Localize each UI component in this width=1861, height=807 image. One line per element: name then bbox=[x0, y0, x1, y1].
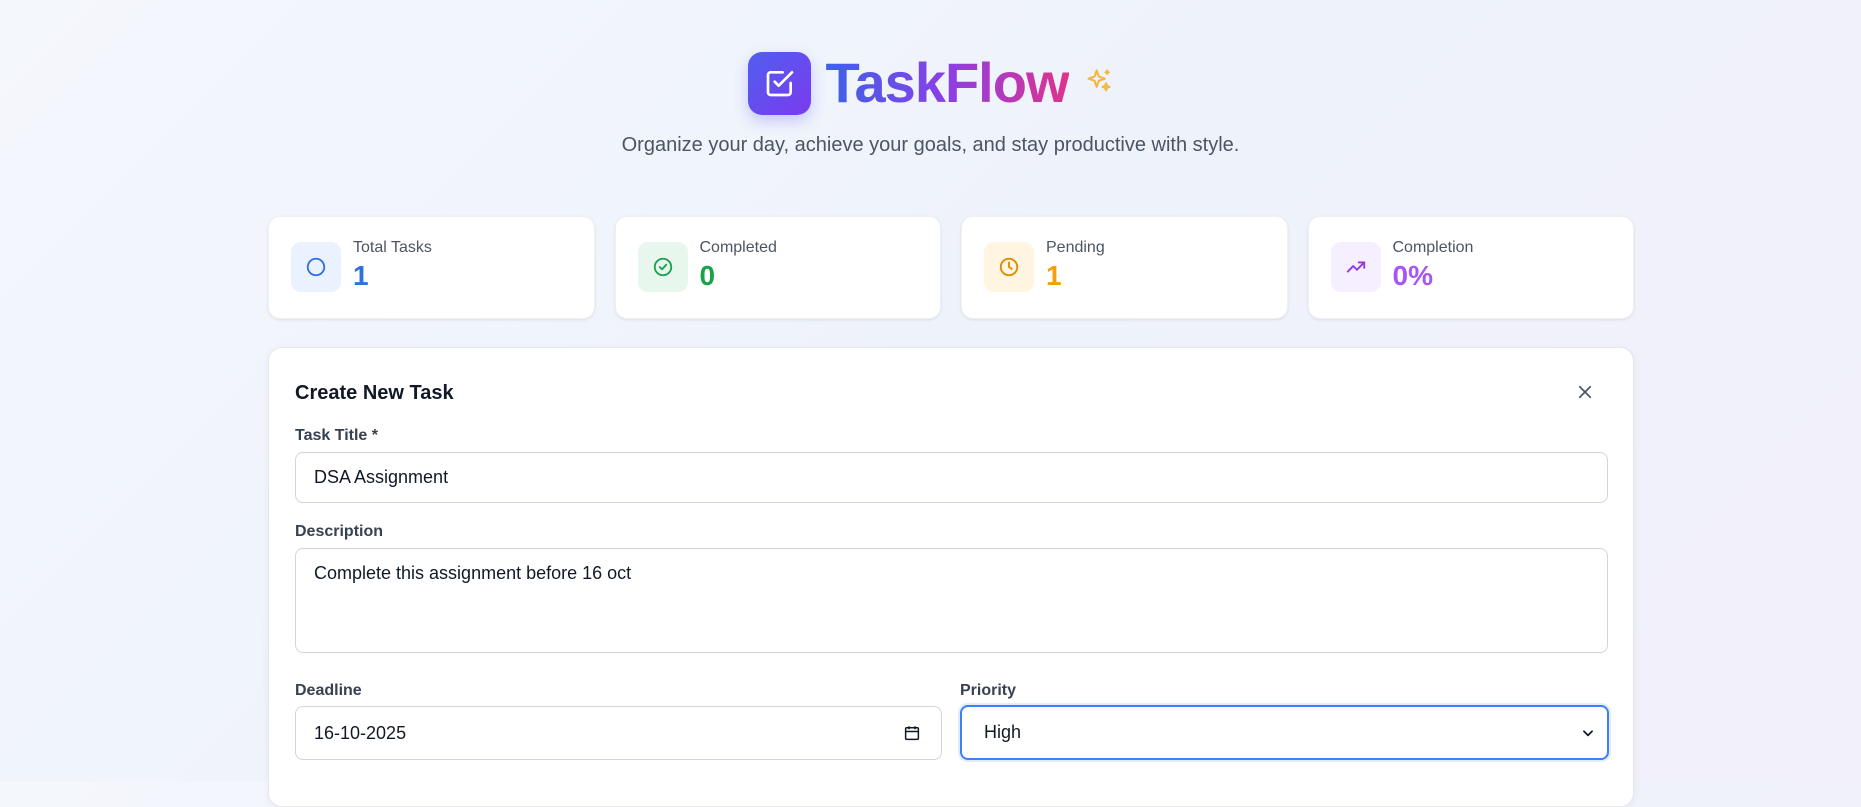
stats-row: Total Tasks 1 Completed 0 Pending 1 Comp… bbox=[268, 216, 1634, 319]
sparkles-icon bbox=[1086, 69, 1111, 92]
logo bbox=[748, 51, 812, 115]
app-title: TaskFlow bbox=[825, 48, 1069, 118]
calendar-icon bbox=[904, 726, 920, 741]
panel-title: Create New Task bbox=[295, 382, 454, 404]
task-title-label: Task Title * bbox=[295, 427, 378, 444]
clock-icon bbox=[999, 257, 1019, 276]
stat-icon-box bbox=[984, 241, 1034, 292]
create-task-panel: Create New Task Task Title * DSA Assignm… bbox=[268, 347, 1634, 807]
check-circle-icon bbox=[653, 257, 672, 276]
stat-icon-box bbox=[637, 241, 688, 292]
stat-value: 0% bbox=[1392, 259, 1433, 291]
chevron-down-icon bbox=[1583, 729, 1593, 736]
stat-label: Completed bbox=[699, 238, 777, 256]
stat-card-completion: Completion 0% bbox=[1307, 216, 1634, 319]
stat-icon-box bbox=[1330, 241, 1381, 292]
priority-label: Priority bbox=[960, 682, 1017, 699]
deadline-value: 16-10-2025 bbox=[314, 722, 407, 743]
close-icon bbox=[1578, 385, 1592, 399]
stat-value: 1 bbox=[353, 259, 369, 291]
stat-value: 1 bbox=[1046, 259, 1062, 291]
priority-value: High bbox=[984, 722, 1022, 742]
calendar-button[interactable] bbox=[903, 724, 921, 742]
app-header: TaskFlow bbox=[0, 48, 1861, 118]
circle-icon bbox=[306, 257, 326, 276]
description-label: Description bbox=[295, 523, 384, 540]
stat-icon-box bbox=[291, 241, 341, 292]
deadline-input[interactable]: 16-10-2025 bbox=[295, 706, 942, 760]
stat-card-completed: Completed 0 bbox=[614, 216, 941, 319]
stat-label: Pending bbox=[1046, 238, 1105, 256]
brand: TaskFlow bbox=[748, 48, 1112, 118]
stat-card-pending: Pending 1 bbox=[961, 216, 1288, 319]
checkbox-icon bbox=[766, 71, 794, 97]
task-title-input[interactable]: DSA Assignment bbox=[295, 452, 1608, 503]
stat-card-total: Total Tasks 1 bbox=[268, 216, 595, 319]
stat-label: Completion bbox=[1392, 238, 1474, 256]
stat-value: 0 bbox=[699, 259, 716, 291]
trending-up-icon bbox=[1346, 261, 1365, 272]
close-button[interactable] bbox=[1571, 378, 1599, 406]
stat-label: Total Tasks bbox=[353, 238, 432, 256]
priority-select[interactable]: High bbox=[960, 705, 1609, 760]
description-textarea[interactable]: Complete this assignment before 16 oct bbox=[295, 548, 1608, 653]
tagline: Organize your day, achieve your goals, a… bbox=[621, 134, 1240, 156]
dropdown-arrow bbox=[1581, 726, 1595, 740]
deadline-label: Deadline bbox=[295, 682, 362, 699]
